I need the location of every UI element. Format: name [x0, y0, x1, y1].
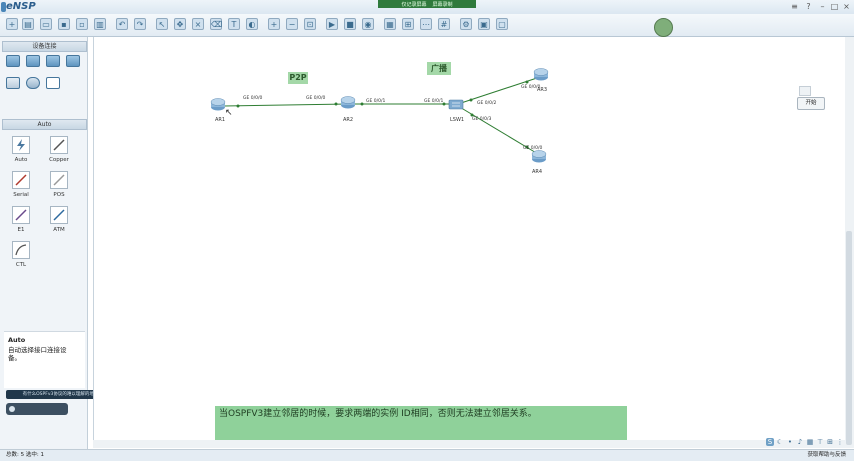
- shirt-icon[interactable]: ⊤: [816, 438, 824, 446]
- router-icon: [340, 96, 356, 109]
- cursor-icon: ↖: [225, 108, 233, 118]
- scroll-thumb[interactable]: [846, 231, 852, 445]
- device-label-ar1: AR1: [215, 117, 226, 123]
- port-label-lsw-ge001: GE 0/0/1: [424, 99, 444, 104]
- moon-icon[interactable]: ☾: [776, 438, 784, 446]
- port-dot: [360, 102, 364, 106]
- device-thumb-icon: [799, 86, 811, 96]
- port-label-lsw-ge003: GE 0/0/3: [472, 117, 492, 122]
- router-ar3[interactable]: [533, 68, 549, 81]
- microphone-icon[interactable]: ♪: [796, 438, 804, 446]
- router-icon: [533, 68, 549, 81]
- start-button[interactable]: 开始: [797, 97, 825, 110]
- router-ar2[interactable]: [340, 96, 356, 109]
- more-icon[interactable]: ⋮: [836, 438, 844, 446]
- status-help-link[interactable]: 获取帮助与反馈: [807, 450, 846, 461]
- port-dot: [469, 98, 473, 102]
- device-label-lsw1: LSW1: [450, 117, 465, 123]
- router-icon: [210, 98, 226, 111]
- router-icon: [531, 150, 547, 163]
- switch-icon: [448, 99, 464, 110]
- vertical-scrollbar[interactable]: [845, 37, 854, 448]
- port-dot: [334, 102, 338, 106]
- port-dot: [525, 80, 529, 84]
- switch-lsw1[interactable]: [448, 98, 464, 111]
- dot-icon[interactable]: •: [786, 438, 794, 446]
- link-ar1-ar2[interactable]: [223, 103, 349, 107]
- port-label-lsw-ge002: GE 0/0/2: [477, 101, 497, 106]
- port-dot: [236, 104, 240, 108]
- grid-tray-icon[interactable]: ⊞: [826, 438, 834, 446]
- port-label-ar3-ge000: GE 0/0/0: [521, 85, 541, 90]
- broadcast-annotation[interactable]: 广播: [427, 62, 451, 75]
- horizontal-scrollbar[interactable]: [93, 440, 845, 448]
- status-counts: 总数: 5 选中: 1: [6, 452, 44, 458]
- port-label-ar1-ge000: GE 0/0/0: [243, 96, 263, 101]
- router-ar4[interactable]: [531, 150, 547, 163]
- device-label-ar2: AR2: [343, 117, 354, 123]
- port-label-ar2-ge000: GE 0/0/0: [306, 96, 326, 101]
- ime-icon[interactable]: S: [766, 438, 774, 446]
- keyboard-icon[interactable]: ▦: [806, 438, 814, 446]
- port-label-ar2-ge001: GE 0/0/1: [366, 99, 386, 104]
- device-label-ar4: AR4: [532, 169, 543, 175]
- video-subtitle: 当OSPFV3建立邻居的时候，要求两端的实例 ID相同，否则无法建立邻居关系。: [215, 406, 627, 440]
- router-ar1[interactable]: [210, 98, 226, 111]
- status-bar: 总数: 5 选中: 1 获取帮助与反馈: [0, 449, 854, 461]
- p2p-annotation[interactable]: P2P: [288, 72, 308, 84]
- port-label-ar4-ge000: GE 0/0/0: [523, 146, 543, 151]
